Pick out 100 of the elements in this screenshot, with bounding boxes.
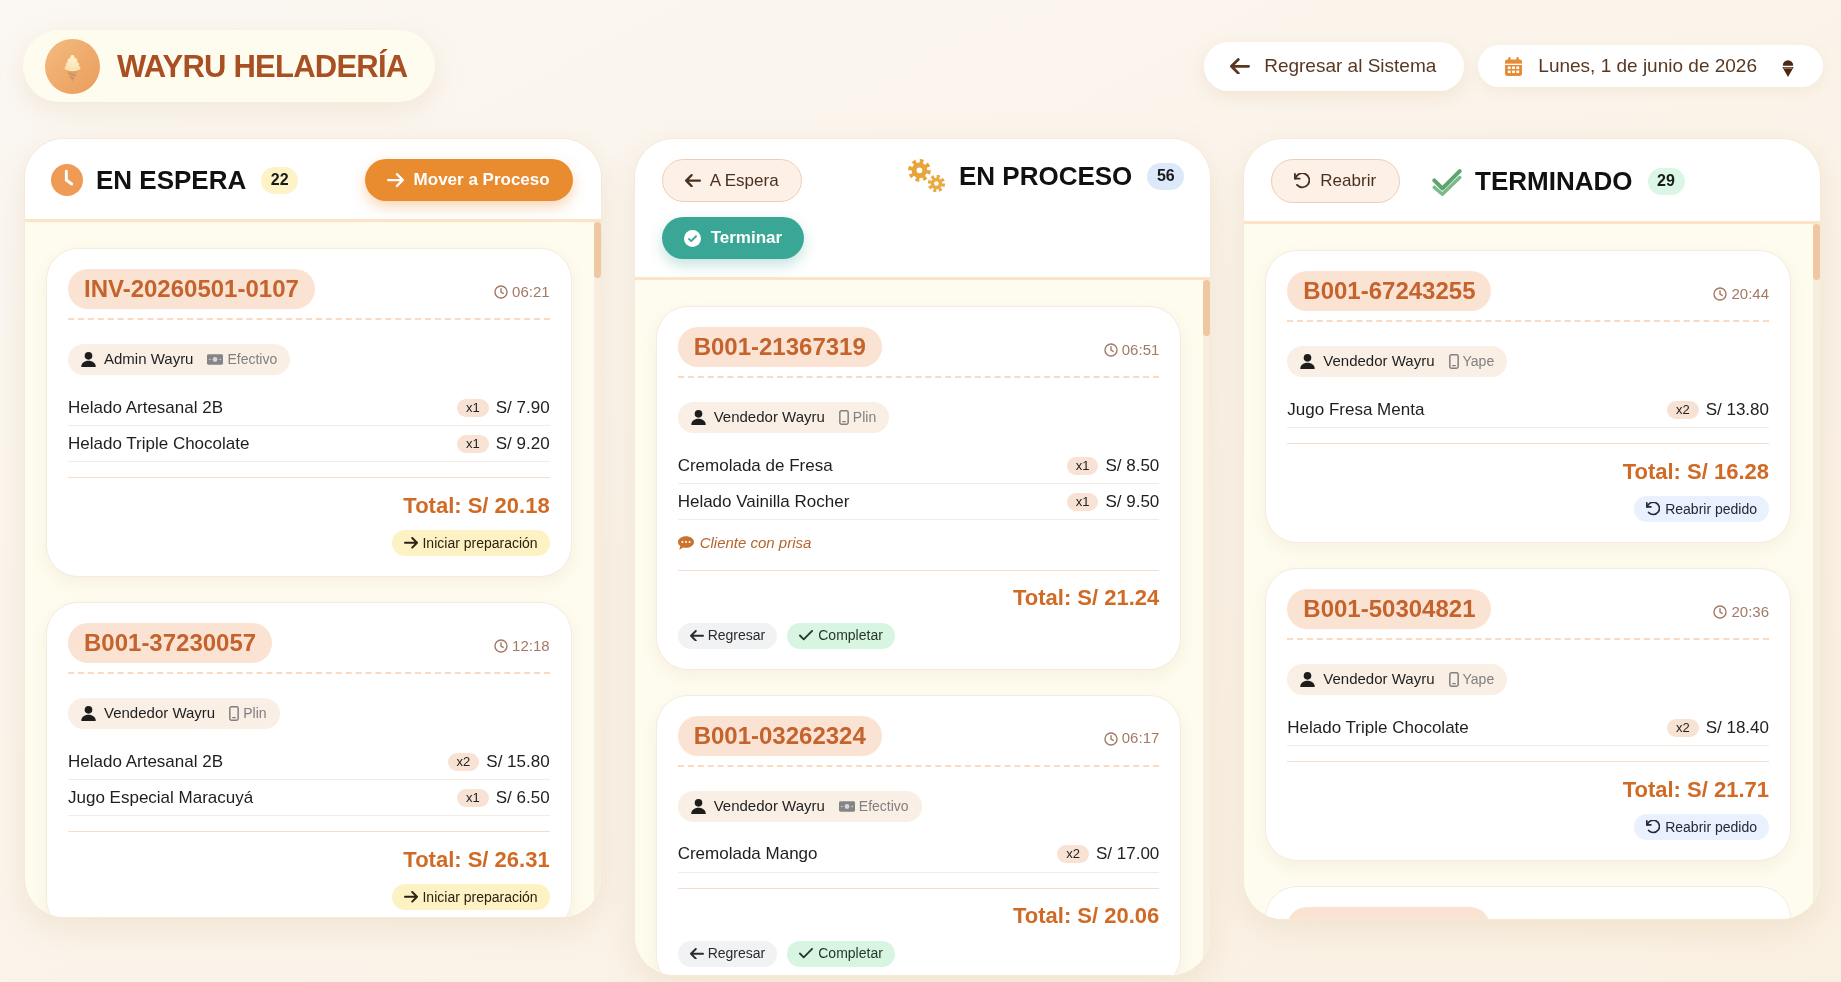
arrow-right-icon <box>404 891 419 903</box>
order-total: Total: S/ 21.24 <box>1013 584 1160 612</box>
phone-icon <box>229 706 240 721</box>
quantity-tag: x1 <box>1066 456 1099 475</box>
reopen-button[interactable]: Reabrir <box>1271 159 1401 203</box>
check-icon <box>799 630 814 641</box>
comment-icon <box>677 536 694 551</box>
order-total: Total: S/ 20.06 <box>1013 902 1160 930</box>
back-to-system-button[interactable]: Regresar al Sistema <box>1204 41 1465 91</box>
clock-icon <box>494 639 509 653</box>
order-number-tag: B001-37230057 <box>68 623 273 663</box>
double-check-icon <box>1432 166 1463 196</box>
complete-button[interactable]: Completar <box>787 940 895 967</box>
order-note: Cliente con prisa <box>699 533 812 553</box>
person-icon <box>81 352 96 367</box>
order-time: 06:51 <box>1121 339 1160 360</box>
clock-icon <box>1103 343 1118 357</box>
item-name: Helado Artesanal 2B <box>68 396 223 419</box>
start-preparation-button[interactable]: Iniciar preparación <box>392 884 550 910</box>
return-button[interactable]: Regresar <box>677 940 778 967</box>
complete-button[interactable]: Completar <box>787 622 895 649</box>
item-price: S/ 8.50 <box>1105 454 1160 477</box>
brand-title: WAYRU HELADERÍA <box>117 50 408 82</box>
order-time: 20:36 <box>1731 601 1769 622</box>
scrollbar-thumb[interactable] <box>1203 280 1211 336</box>
order-total: Total: S/ 26.31 <box>403 845 550 874</box>
quantity-tag: x1 <box>457 434 489 453</box>
seller-name: Vendedor Wayru <box>104 703 216 724</box>
ice-cream-logo-icon <box>45 38 100 94</box>
scrollbar-thumb[interactable] <box>1813 224 1820 280</box>
payment-method: Plin <box>243 704 267 723</box>
arrow-left-icon <box>1230 57 1251 75</box>
date-text: Lunes, 1 de junio de 2026 <box>1538 53 1757 78</box>
seller-name: Vendedor Wayru <box>1323 669 1435 690</box>
item-name: Helado Artesanal 2B <box>68 750 223 773</box>
item-price: S/ 7.90 <box>495 396 550 419</box>
back-button[interactable]: A Espera <box>661 159 802 202</box>
calendar-icon <box>1505 56 1523 76</box>
item-name: Helado Vainilla Rocher <box>677 490 850 513</box>
column-title: EN ESPERA <box>96 167 247 193</box>
start-preparation-button[interactable]: Iniciar preparación <box>392 530 550 556</box>
column-title: EN PROCESO <box>958 163 1133 189</box>
order-number-tag: B001-03262324 <box>677 715 882 756</box>
item-name: Jugo Fresa Menta <box>1287 398 1425 421</box>
order-time: 06:17 <box>1121 728 1160 749</box>
payment-method: Yape <box>1462 670 1495 689</box>
order-time: 06:21 <box>512 281 550 302</box>
arrow-left-icon <box>689 947 704 960</box>
quantity-tag: x2 <box>1057 845 1089 863</box>
gears-icon <box>907 159 946 193</box>
person-icon <box>1300 672 1316 687</box>
clock-icon <box>1103 731 1118 746</box>
banknote-icon <box>207 354 224 365</box>
clock-icon <box>51 164 83 196</box>
quantity-tag: x1 <box>1066 492 1099 511</box>
order-time: 20:44 <box>1731 283 1769 304</box>
undo-icon <box>1294 173 1311 189</box>
phone-icon <box>1448 354 1459 369</box>
return-button[interactable]: Regresar <box>677 622 778 649</box>
clock-icon <box>1713 287 1728 301</box>
item-name: Helado Triple Chocolate <box>1287 716 1469 739</box>
order-total: Total: S/ 16.28 <box>1622 457 1769 486</box>
seller-name: Admin Wayru <box>104 349 194 370</box>
column-title: TERMINADO <box>1475 168 1633 194</box>
payment-method: Plin <box>852 408 877 427</box>
order-total: Total: S/ 21.71 <box>1622 775 1769 804</box>
arrow-right-icon <box>404 537 419 549</box>
clock-icon <box>494 285 509 299</box>
order-number-tag: INV-20260501-0107 <box>68 269 315 309</box>
payment-method: Efectivo <box>858 796 909 816</box>
seller-name: Vendedor Wayru <box>1323 351 1435 372</box>
reopen-order-button[interactable]: Reabrir pedido <box>1634 814 1769 840</box>
count-badge: 22 <box>261 166 299 194</box>
order-time: 12:18 <box>512 635 550 656</box>
payment-method: Efectivo <box>227 350 278 369</box>
arrow-left-icon <box>684 173 701 188</box>
item-name: Cremolada de Fresa <box>677 454 833 477</box>
arrow-right-icon <box>386 172 404 188</box>
person-icon <box>1300 354 1316 369</box>
item-name: Helado Triple Chocolate <box>68 432 250 455</box>
order-number-tag: B001-67243255 <box>1287 271 1492 311</box>
order-number-tag: B001-21367319 <box>677 327 882 367</box>
item-name: Cremolada Mango <box>677 843 818 866</box>
clock-icon <box>1713 605 1728 619</box>
check-icon <box>799 948 814 959</box>
item-price: S/ 6.50 <box>495 786 550 809</box>
quantity-tag: x2 <box>447 752 480 771</box>
item-name: Jugo Especial Maracuyá <box>68 786 254 809</box>
quantity-tag: x2 <box>1666 718 1699 737</box>
undo-icon <box>1646 820 1661 834</box>
item-price: S/ 9.50 <box>1105 490 1160 513</box>
person-icon <box>81 706 96 721</box>
seller-name: Vendedor Wayru <box>713 407 825 428</box>
scrollbar-thumb[interactable] <box>593 222 601 278</box>
reopen-order-button[interactable]: Reabrir pedido <box>1634 496 1769 522</box>
quantity-tag: x1 <box>457 398 489 417</box>
undo-icon <box>1646 502 1661 516</box>
item-price: S/ 18.40 <box>1705 716 1769 739</box>
item-price: S/ 15.80 <box>486 750 550 773</box>
seller-name: Vendedor Wayru <box>713 795 825 816</box>
